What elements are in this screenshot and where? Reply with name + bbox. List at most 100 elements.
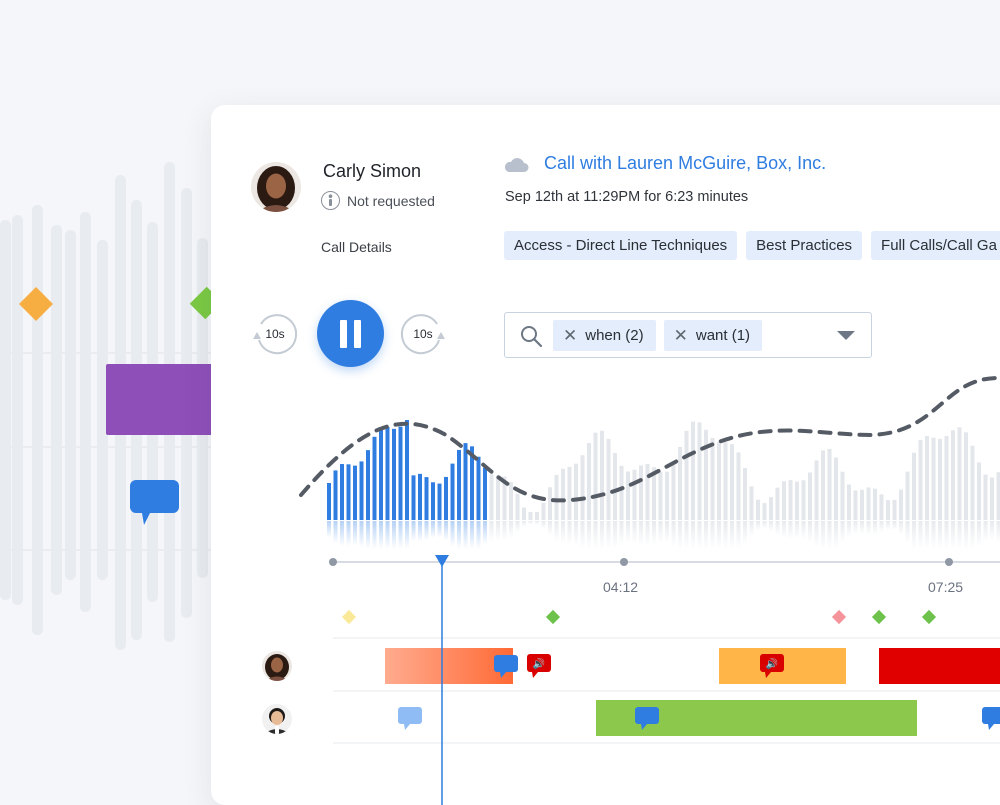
waveform-reflection — [893, 521, 897, 530]
waveform-bar — [724, 442, 728, 520]
waveform-reflection — [873, 521, 877, 535]
svg-text:🔊: 🔊 — [533, 657, 545, 670]
waveform-bar — [340, 464, 344, 520]
waveform-bar — [379, 428, 383, 520]
waveform-bar — [750, 486, 754, 520]
waveform-bar — [555, 475, 559, 520]
waveform-reflection — [496, 521, 500, 541]
call-details-label[interactable]: Call Details — [321, 239, 392, 255]
tag[interactable]: Access - Direct Line Techniques — [504, 231, 737, 260]
waveform-reflection — [977, 521, 981, 547]
request-status-label: Not requested — [347, 193, 435, 209]
waveform-bar — [886, 500, 890, 520]
call-title-link[interactable]: Call with Lauren McGuire, Box, Inc. — [544, 153, 826, 174]
waveform-reflection — [639, 521, 643, 546]
waveform-bar — [522, 508, 526, 520]
waveform-bar — [496, 476, 500, 520]
waveform-bar — [646, 464, 650, 520]
waveform-bar — [899, 490, 903, 520]
waveform-reflection — [672, 521, 676, 547]
waveform-reflection — [646, 521, 650, 546]
waveform-bar — [600, 431, 604, 520]
waveform-bar — [405, 420, 409, 520]
waveform-bar — [418, 474, 422, 520]
waveform-reflection — [633, 521, 637, 544]
remove-chip-icon[interactable]: ✕ — [674, 327, 688, 344]
waveform-bar — [633, 470, 637, 520]
timeline[interactable]: 🔊 🔊 04:12 07:25 — [211, 545, 1000, 805]
tag[interactable]: Best Practices — [746, 231, 862, 260]
waveform-bar — [548, 487, 552, 520]
waveform-bar — [867, 487, 871, 520]
svg-text:🔊: 🔊 — [766, 657, 778, 670]
waveform-reflection — [529, 521, 533, 525]
waveform-bar — [360, 461, 364, 520]
skip-forward-button[interactable]: 10s — [399, 310, 447, 358]
waveform-reflection — [347, 521, 351, 546]
waveform-bar — [353, 466, 357, 520]
waveform-bar — [802, 480, 806, 520]
remove-chip-icon[interactable]: ✕ — [563, 327, 577, 344]
keyword-chip: ✕ when (2) — [553, 320, 656, 351]
keyword-chip: ✕ want (1) — [664, 320, 762, 351]
waveform-bar — [477, 457, 481, 520]
waveform-reflection — [808, 521, 812, 542]
waveform-reflection — [854, 521, 858, 534]
chevron-down-icon[interactable] — [837, 331, 855, 340]
waveform-bar — [698, 422, 702, 520]
waveform-bar — [906, 472, 910, 520]
waveform-reflection — [548, 521, 552, 536]
speaker-icon: 🔊 — [527, 654, 551, 678]
waveform-reflection — [451, 521, 455, 546]
waveform-reflection — [509, 521, 513, 538]
call-card: Carly Simon Not requested Call Details C… — [211, 105, 1000, 805]
skip-forward-label: 10s — [399, 310, 447, 358]
waveform-bar — [639, 465, 643, 520]
pause-icon — [354, 320, 361, 348]
waveform-bar — [399, 427, 403, 520]
waveform-bar — [685, 431, 689, 520]
waveform-reflection — [652, 521, 656, 545]
waveform-reflection — [516, 521, 520, 533]
waveform-bar — [444, 477, 448, 520]
waveform-bar — [451, 464, 455, 520]
call-date: Sep 12th at 11:29PM for 6:23 minutes — [505, 189, 748, 205]
waveform-bar — [984, 475, 988, 520]
waveform-reflection — [431, 521, 435, 538]
waveform-reflection — [483, 521, 487, 544]
waveform-reflection — [659, 521, 663, 543]
pause-button[interactable] — [317, 300, 384, 367]
comment-icon — [982, 707, 1000, 730]
waveform-reflection — [886, 521, 890, 530]
rep-name: Carly Simon — [323, 161, 421, 182]
waveform-bar — [841, 472, 845, 520]
search-icon — [519, 324, 543, 348]
waveform-bar — [990, 478, 994, 520]
waveform-reflection — [841, 521, 845, 543]
waveform-reflection — [847, 521, 851, 537]
tag[interactable]: Full Calls/Call Ga — [871, 231, 1000, 260]
waveform-bar — [737, 452, 741, 520]
waveform-reflection — [763, 521, 767, 529]
skip-back-button[interactable]: 10s — [251, 310, 299, 358]
waveform-bar — [880, 494, 884, 520]
cloud-icon — [503, 157, 529, 173]
waveform-bar — [958, 427, 962, 520]
waveform-bar — [873, 489, 877, 520]
waveform-reflection — [522, 521, 526, 527]
rep-avatar — [251, 162, 301, 212]
waveform-bar — [626, 471, 630, 520]
waveform[interactable] — [211, 365, 1000, 555]
waveform-bar — [717, 442, 721, 520]
waveform-reflection — [789, 521, 793, 539]
waveform-reflection — [776, 521, 780, 536]
keyword-filter[interactable]: ✕ when (2) ✕ want (1) — [504, 312, 872, 358]
waveform-reflection — [574, 521, 578, 546]
waveform-bar — [347, 464, 351, 520]
waveform-reflection — [334, 521, 338, 543]
waveform-reflection — [535, 521, 539, 525]
request-status: Not requested — [321, 191, 435, 210]
waveform-bar — [581, 455, 585, 520]
waveform-reflection — [418, 521, 422, 542]
waveform-reflection — [880, 521, 884, 533]
